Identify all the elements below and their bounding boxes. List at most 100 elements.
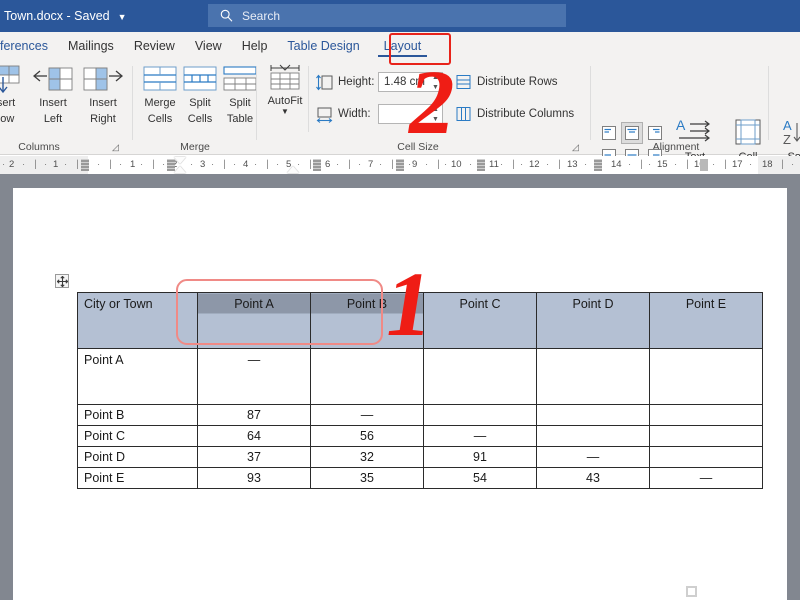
hanging-indent-marker[interactable]: [174, 166, 186, 173]
title-dropdown-caret-icon[interactable]: ▼: [118, 12, 127, 22]
button-label-line1: Insert: [89, 97, 117, 110]
table-cell[interactable]: —: [424, 426, 537, 447]
distribute-columns-label: Distribute Columns: [477, 108, 574, 120]
tab-review[interactable]: Review: [124, 32, 185, 60]
distribute-rows-button[interactable]: Distribute Rows: [456, 72, 558, 92]
header-cell-point-c[interactable]: Point C: [424, 293, 537, 349]
insert-right-icon: [83, 64, 123, 94]
table-cell[interactable]: —: [650, 468, 763, 489]
table-cell[interactable]: [650, 426, 763, 447]
align-top-right-icon: [647, 125, 663, 141]
ruler-minor-tick: ·: [162, 156, 165, 174]
table-cell[interactable]: —: [198, 349, 311, 405]
ruler-tick: 1: [53, 156, 58, 174]
merge-cells-icon: [143, 64, 177, 94]
header-cell-point-e[interactable]: Point E: [650, 293, 763, 349]
row-label[interactable]: Point A: [78, 349, 198, 405]
table-cell[interactable]: [424, 405, 537, 426]
insert-right-button[interactable]: Insert Right: [78, 64, 128, 134]
ruler-minor-tick: ∣: [75, 156, 80, 174]
header-cell-point-d[interactable]: Point D: [537, 293, 650, 349]
distribute-columns-button[interactable]: Distribute Columns: [456, 104, 574, 124]
insert-left-button[interactable]: Insert Left: [28, 64, 78, 134]
ruler-minor-tick: ·: [64, 156, 67, 174]
autofit-button[interactable]: AutoFit ▼: [260, 64, 310, 134]
ruler-minor-tick: ·: [22, 156, 25, 174]
align-top-right-button[interactable]: [644, 122, 666, 144]
table-cell[interactable]: 43: [537, 468, 650, 489]
columns-dialog-launcher[interactable]: ◿: [112, 142, 119, 153]
cell-margins-icon: [733, 118, 763, 148]
move-cross-icon: [57, 276, 68, 287]
table-cell[interactable]: 64: [198, 426, 311, 447]
row-label[interactable]: Point B: [78, 405, 198, 426]
table-cell[interactable]: [537, 426, 650, 447]
ruler-tab-marker[interactable]: [396, 159, 404, 171]
document-page[interactable]: City or Town Point A Point B Point C Poi…: [13, 188, 787, 600]
tab-help[interactable]: Help: [232, 32, 278, 60]
table-resize-handle-icon[interactable]: [686, 586, 697, 597]
row-label[interactable]: Point C: [78, 426, 198, 447]
tab-table-design[interactable]: Table Design: [277, 32, 369, 60]
table-cell[interactable]: 35: [311, 468, 424, 489]
left-indent-marker[interactable]: [287, 166, 299, 173]
button-label-line1: nsert: [0, 97, 15, 110]
table-cell[interactable]: 56: [311, 426, 424, 447]
table-cell[interactable]: [537, 349, 650, 405]
table-cell[interactable]: [424, 349, 537, 405]
table-cell[interactable]: [537, 405, 650, 426]
ruler-minor-tick: ·: [358, 156, 361, 174]
tab-label: View: [195, 39, 222, 53]
ruler-tick: 10: [451, 156, 462, 174]
ruler-tab-marker[interactable]: [477, 159, 485, 171]
group-separator: [590, 66, 591, 140]
table-cell[interactable]: [650, 405, 763, 426]
table-cell[interactable]: 37: [198, 447, 311, 468]
ruler-minor-tick: ∣: [436, 156, 441, 174]
group-label-merge: Merge: [135, 141, 255, 153]
ruler-tab-marker[interactable]: [313, 159, 321, 171]
document-canvas: City or Town Point A Point B Point C Poi…: [0, 174, 800, 600]
ruler-minor-tick: ·: [712, 156, 715, 174]
ruler-minor-tick: ·: [500, 156, 503, 174]
ruler-tick: 15: [657, 156, 668, 174]
ruler-margin-marker[interactable]: [81, 159, 89, 171]
ruler-right-margin-marker[interactable]: [700, 159, 708, 171]
ruler-tick: 12: [529, 156, 540, 174]
table-cell[interactable]: [311, 349, 424, 405]
tab-view[interactable]: View: [185, 32, 232, 60]
ruler-minor-tick: ·: [674, 156, 677, 174]
table-cell[interactable]: —: [311, 405, 424, 426]
ruler-minor-tick: ·: [546, 156, 549, 174]
table-row: Point D 37 32 91 —: [78, 447, 763, 468]
insert-below-button[interactable]: nsert elow: [0, 64, 28, 134]
table-cell[interactable]: —: [537, 447, 650, 468]
align-top-center-button[interactable]: [621, 122, 643, 144]
table-cell[interactable]: 87: [198, 405, 311, 426]
table-move-handle-icon[interactable]: [55, 274, 69, 288]
ruler-minor-tick: ∣: [390, 156, 395, 174]
ruler-tab-marker[interactable]: [594, 159, 602, 171]
align-top-left-button[interactable]: [598, 122, 620, 144]
table-row: Point A —: [78, 349, 763, 405]
first-line-indent-marker[interactable]: [174, 157, 186, 164]
table-cell[interactable]: 32: [311, 447, 424, 468]
chevron-down-icon[interactable]: ▼: [281, 108, 289, 116]
group-separator: [308, 66, 309, 132]
row-label[interactable]: Point E: [78, 468, 198, 489]
search-input[interactable]: Search: [208, 4, 566, 27]
row-label[interactable]: Point D: [78, 447, 198, 468]
cell-size-dialog-launcher[interactable]: ◿: [572, 142, 579, 153]
table-cell[interactable]: 91: [424, 447, 537, 468]
table-cell[interactable]: 54: [424, 468, 537, 489]
table-cell[interactable]: 93: [198, 468, 311, 489]
group-separator: [768, 66, 769, 140]
ruler-minor-tick: ·: [379, 156, 382, 174]
table-cell[interactable]: [650, 447, 763, 468]
tab-mailings[interactable]: Mailings: [58, 32, 124, 60]
ruler-tick: 7: [368, 156, 373, 174]
horizontal-ruler[interactable]: 2 · · ∣ · 1 · ∣ · ∣ · 1 · ∣ · 2 · 3 · ∣ …: [0, 156, 800, 174]
table-cell[interactable]: [650, 349, 763, 405]
tab-references[interactable]: ferences: [0, 32, 58, 60]
ruler-minor-tick: ·: [469, 156, 472, 174]
